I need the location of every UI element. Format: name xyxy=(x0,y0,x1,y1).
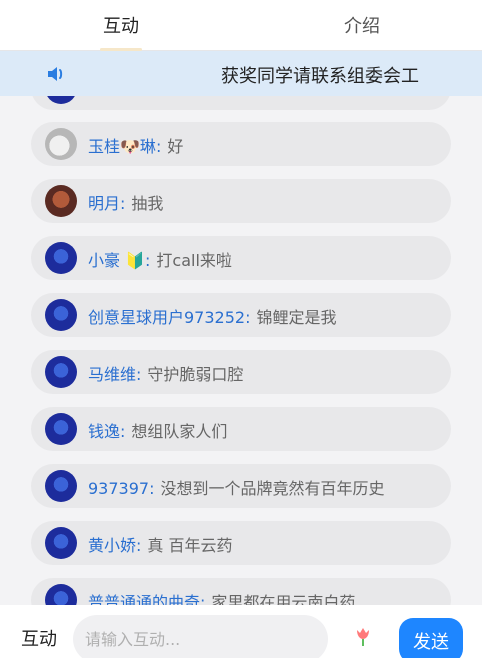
user-name[interactable]: 小豪 🔰 xyxy=(88,251,145,270)
message-text: 想组队家人们 xyxy=(131,422,228,441)
chat-message: 937397: 没想到一个品牌竟然有百年历史 xyxy=(31,464,451,508)
message-text: 真 百年云药 xyxy=(147,536,233,555)
chat-message: 马维维: 守护脆弱口腔 xyxy=(31,350,451,394)
user-name[interactable]: 创意星球用户973252 xyxy=(88,308,245,327)
avatar xyxy=(45,356,77,388)
chat-message-partial xyxy=(31,96,451,110)
message-text: 没想到一个品牌竟然有百年历史 xyxy=(160,479,385,498)
bottom-input-bar: 互动 发送 xyxy=(0,605,482,658)
avatar xyxy=(45,470,77,502)
tab-introduction[interactable]: 介绍 xyxy=(344,12,380,38)
chat-message: 钱逸: 想组队家人们 xyxy=(31,407,451,451)
avatar xyxy=(45,299,77,331)
avatar xyxy=(45,413,77,445)
user-name[interactable]: 普普通通的曲奇 xyxy=(88,593,200,605)
avatar xyxy=(45,96,77,104)
message-text: 守护脆弱口腔 xyxy=(147,365,244,384)
avatar xyxy=(45,185,77,217)
avatar xyxy=(45,242,77,274)
chat-message: 小豪 🔰: 打call来啦 xyxy=(31,236,451,280)
avatar xyxy=(45,527,77,559)
chat-message: 创意星球用户973252: 锦鲤定是我 xyxy=(31,293,451,337)
send-button[interactable]: 发送 xyxy=(399,618,463,658)
speaker-icon xyxy=(48,67,63,81)
chat-message: 普普通通的曲奇: 家里都在用云南白药 xyxy=(31,578,451,605)
flower-gift-icon[interactable] xyxy=(351,624,375,648)
avatar xyxy=(45,128,77,160)
notice-text: 获奖同学请联系组委会工 xyxy=(221,66,419,87)
comment-input[interactable] xyxy=(73,615,328,658)
interaction-label: 互动 xyxy=(21,629,57,650)
user-name[interactable]: 钱逸 xyxy=(88,422,120,441)
avatar xyxy=(45,584,77,605)
notice-bar: 获奖同学请联系组委会工 xyxy=(0,51,482,96)
chat-message: 玉桂🐶琳: 好 xyxy=(31,122,451,166)
user-name[interactable]: 玉桂🐶琳 xyxy=(88,137,156,156)
user-name[interactable]: 明月 xyxy=(88,194,120,213)
chat-feed[interactable]: 玉桂🐶琳: 好 明月: 抽我 小豪 🔰: 打call来啦 创意星球用户973252: 锦… xyxy=(0,96,482,605)
chat-message: 明月: 抽我 xyxy=(31,179,451,223)
tab-interaction[interactable]: 互动 xyxy=(103,12,139,38)
message-text: 家里都在用云南白药 xyxy=(211,593,356,605)
message-text: 抽我 xyxy=(131,194,164,213)
user-name[interactable]: 黄小娇 xyxy=(88,536,136,555)
user-name[interactable]: 马维维 xyxy=(88,365,136,384)
user-name[interactable]: 937397 xyxy=(88,479,149,498)
message-text: 好 xyxy=(167,137,184,156)
message-text: 锦鲤定是我 xyxy=(256,308,337,327)
top-tab-bar: 互动 介绍 xyxy=(0,0,482,51)
message-text: 打call来啦 xyxy=(156,251,232,270)
chat-message: 黄小娇: 真 百年云药 xyxy=(31,521,451,565)
